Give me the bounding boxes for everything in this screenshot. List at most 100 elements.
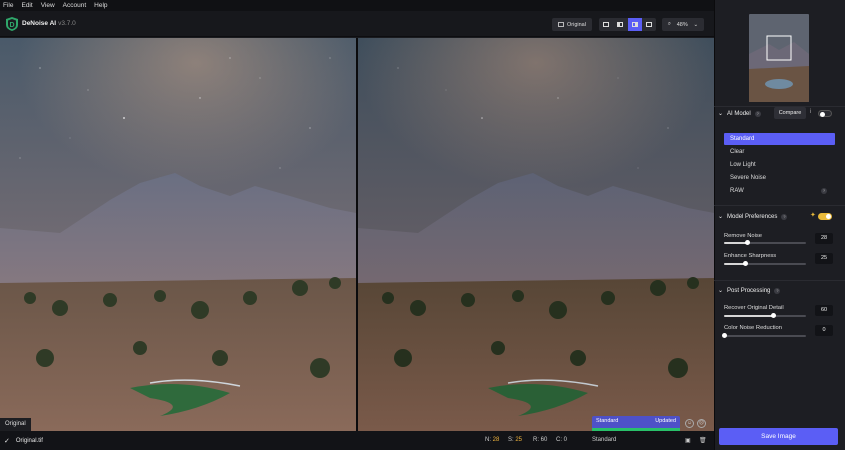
chevron-down-icon: ⌄ <box>718 111 724 117</box>
recover-detail-value[interactable]: 60 <box>815 305 833 316</box>
stat-noise-key: N: <box>485 437 491 443</box>
stat-sharpness: S: 25 <box>508 437 522 443</box>
remove-noise-value[interactable]: 28 <box>815 233 833 244</box>
side-by-side-icon <box>631 22 638 27</box>
zoom-icon: ⌕ <box>667 21 671 27</box>
slider-handle[interactable] <box>722 333 727 338</box>
chevron-down-icon: ⌄ <box>718 214 724 220</box>
auto-model-toggle[interactable] <box>818 110 832 117</box>
app-version: v3.7.0 <box>58 20 76 27</box>
svg-text:D: D <box>9 22 14 29</box>
menu-file[interactable]: File <box>3 2 13 9</box>
show-original-button[interactable]: Original <box>552 18 592 31</box>
model-chip-status: Updated <box>655 418 676 424</box>
app-logo-icon: D <box>6 17 18 31</box>
chevron-down-icon: ⌄ <box>718 288 724 294</box>
app-name: DeNoise AI <box>22 20 57 27</box>
compare-button[interactable]: Compare <box>774 107 806 119</box>
menu-view[interactable]: View <box>41 2 55 9</box>
slider-fill <box>724 263 745 265</box>
frown-feedback-icon[interactable]: ☹ <box>697 419 706 428</box>
menu-help[interactable]: Help <box>94 2 107 9</box>
navigator-thumbnail[interactable] <box>749 14 809 102</box>
model-item-low-light[interactable]: Low Light <box>724 159 835 171</box>
stat-sharpness-value: 25 <box>515 437 523 443</box>
recover-detail-label: Recover Original Detail <box>724 305 784 311</box>
chevron-down-icon: ⌄ <box>693 21 699 28</box>
color-noise-label: Color Noise Reduction <box>724 325 782 331</box>
stat-noise: N: 28 <box>485 437 499 443</box>
auto-preferences-toggle[interactable] <box>818 213 832 220</box>
denoised-preview[interactable] <box>358 38 714 431</box>
smile-feedback-icon[interactable]: ☺ <box>685 419 694 428</box>
help-icon[interactable]: ? <box>754 110 761 117</box>
split-view-icon <box>617 22 624 27</box>
ai-model-title: AI Model <box>727 110 751 117</box>
info-icon[interactable]: i <box>810 109 811 115</box>
ai-model-header[interactable]: ⌄ AI Model ? <box>718 110 761 117</box>
enhance-sharpness-label: Enhance Sharpness <box>724 253 777 259</box>
remove-noise-slider[interactable] <box>724 240 806 245</box>
view-split-button[interactable] <box>613 18 627 31</box>
menu-account[interactable]: Account <box>63 2 87 9</box>
view-single-button[interactable] <box>599 18 613 31</box>
raw-help-icon[interactable]: ? <box>821 188 827 194</box>
help-icon[interactable]: ? <box>781 213 788 220</box>
app-title: DeNoise AI v3.7.0 <box>22 20 76 27</box>
section-divider <box>714 280 845 281</box>
stat-color-key: C: <box>556 437 562 443</box>
model-item-severe-noise[interactable]: Severe Noise <box>724 172 835 184</box>
section-divider <box>714 205 845 206</box>
slider-fill <box>724 242 747 244</box>
model-status-chip: Standard Updated <box>592 416 680 431</box>
view-side-by-side-button[interactable] <box>627 18 642 31</box>
slider-fill <box>724 315 774 317</box>
thumbnail-image <box>749 14 809 102</box>
stat-color-value: 0 <box>563 437 568 443</box>
help-icon[interactable]: ? <box>774 287 781 294</box>
stat-recover-key: R: <box>533 437 539 443</box>
model-chip-name: Standard <box>596 418 619 424</box>
original-preview[interactable] <box>0 38 356 431</box>
auto-sparkle-icon: ✦ <box>810 212 816 219</box>
image-icon <box>558 22 564 27</box>
zoom-control[interactable]: ⌕ 48% ⌄ <box>662 18 704 31</box>
color-noise-slider[interactable] <box>722 333 806 338</box>
view-mode-group <box>599 18 656 31</box>
slider-handle[interactable] <box>742 261 748 266</box>
status-model: Standard <box>592 437 617 443</box>
camera-icon[interactable]: ▣ <box>685 437 691 444</box>
stat-recover-value: 60 <box>540 437 548 443</box>
model-item-standard[interactable]: Standard <box>724 133 835 145</box>
original-landscape-image <box>0 38 356 431</box>
stat-recover: R: 60 <box>533 437 547 443</box>
show-original-label: Original <box>567 21 586 28</box>
stat-noise-value: 28 <box>492 437 500 443</box>
post-processing-header[interactable]: ⌄ Post Processing ? <box>718 287 781 294</box>
file-name: Original.tif <box>15 437 43 444</box>
zoom-value: 48% <box>676 21 688 28</box>
remove-noise-label: Remove Noise <box>724 233 763 239</box>
trash-icon[interactable]: 🗑 <box>699 437 707 444</box>
stat-color: C: 0 <box>556 437 567 443</box>
single-view-icon <box>603 22 610 27</box>
menu-edit[interactable]: Edit <box>21 2 32 9</box>
model-item-raw[interactable]: RAW <box>724 185 835 197</box>
save-image-button[interactable]: Save Image <box>719 428 838 445</box>
enhance-sharpness-value[interactable]: 25 <box>815 253 833 264</box>
color-noise-value[interactable]: 0 <box>815 325 833 336</box>
checkmark-icon[interactable]: ✓ <box>4 437 10 445</box>
enhance-sharpness-slider[interactable] <box>724 261 806 266</box>
original-tag: Original <box>0 418 31 431</box>
model-preferences-header[interactable]: ⌄ Model Preferences ? <box>718 213 788 220</box>
model-preferences-title: Model Preferences <box>727 213 778 220</box>
view-grid-button[interactable] <box>642 18 656 31</box>
denoised-landscape-image <box>358 38 714 431</box>
post-processing-title: Post Processing <box>727 287 771 294</box>
model-item-clear[interactable]: Clear <box>724 146 835 158</box>
grid-view-icon <box>645 22 652 27</box>
stat-sharpness-key: S: <box>508 437 514 443</box>
slider-handle[interactable] <box>744 240 750 245</box>
recover-detail-slider[interactable] <box>724 313 806 318</box>
denoise-app-window: File Edit View Account Help D DeNoise AI… <box>0 0 845 450</box>
